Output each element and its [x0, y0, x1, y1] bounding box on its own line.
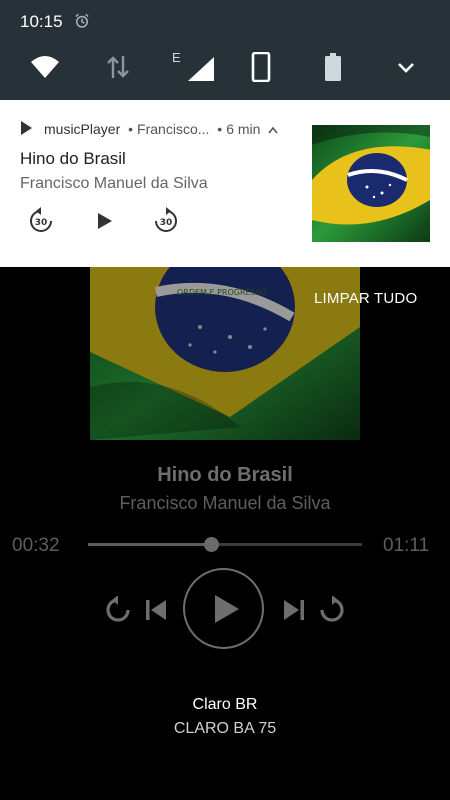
notification-album-art	[312, 125, 430, 242]
seek-bar[interactable]	[88, 537, 362, 552]
signal-icon	[188, 57, 214, 81]
data-arrows-icon[interactable]	[103, 52, 133, 82]
wifi-icon[interactable]	[30, 52, 60, 82]
play-icon	[215, 595, 239, 623]
phone-rotate-icon[interactable]	[246, 52, 276, 82]
shuffle-icon[interactable]	[318, 596, 346, 624]
alarm-icon	[75, 13, 89, 28]
forward-seconds-label: 30	[160, 218, 173, 228]
replay-30-button[interactable]: 30	[27, 207, 55, 235]
chevron-down-icon[interactable]	[391, 52, 421, 82]
replay-30-icon: 30	[30, 207, 52, 232]
flag-motto: ORDEM E PROGRESSO	[177, 288, 267, 297]
seek-progress	[88, 543, 212, 546]
play-icon	[98, 213, 112, 229]
notification-play-button[interactable]	[92, 207, 120, 235]
total-time: 01:11	[383, 535, 430, 556]
next-icon[interactable]	[282, 598, 306, 622]
forward-30-icon: 30	[155, 207, 177, 232]
carrier-network: CLARO BA 75	[173, 720, 277, 737]
song-artist: Francisco Manuel da Silva	[119, 493, 331, 513]
app-play-icon	[21, 121, 32, 135]
notification-header: musicPlayer • Francisco... • 6 min	[20, 121, 278, 137]
notification-text: Francisco Manuel da Silva	[20, 175, 208, 192]
notification-title: Hino do Brasil	[20, 149, 126, 168]
forward-30-button[interactable]: 30	[152, 207, 180, 235]
previous-icon[interactable]	[144, 598, 168, 622]
notification-age: 6 min	[226, 121, 261, 137]
app-name: musicPlayer	[44, 121, 121, 137]
clear-all-button[interactable]: LIMPAR TUDO	[314, 290, 417, 307]
flag-art	[312, 125, 430, 242]
seek-thumb[interactable]	[204, 537, 220, 552]
repeat-icon[interactable]	[104, 596, 132, 624]
media-notification[interactable]: musicPlayer • Francisco... • 6 min Hino do…	[0, 100, 450, 267]
network-type-label: E	[172, 50, 181, 65]
song-title: Hino do Brasil	[157, 464, 293, 486]
quick-settings-bar: 10:15 E	[0, 0, 450, 100]
mobile-signal-tile[interactable]: E	[172, 50, 218, 82]
battery-icon[interactable]	[318, 52, 348, 82]
carrier-name: Claro BR	[192, 696, 258, 713]
replay-seconds-label: 30	[35, 218, 48, 228]
current-time: 00:32	[12, 535, 60, 556]
notification-subtext: Francisco...	[137, 121, 210, 137]
clock: 10:15	[20, 12, 63, 31]
play-button[interactable]	[183, 568, 264, 649]
chevron-up-icon[interactable]	[268, 126, 278, 134]
